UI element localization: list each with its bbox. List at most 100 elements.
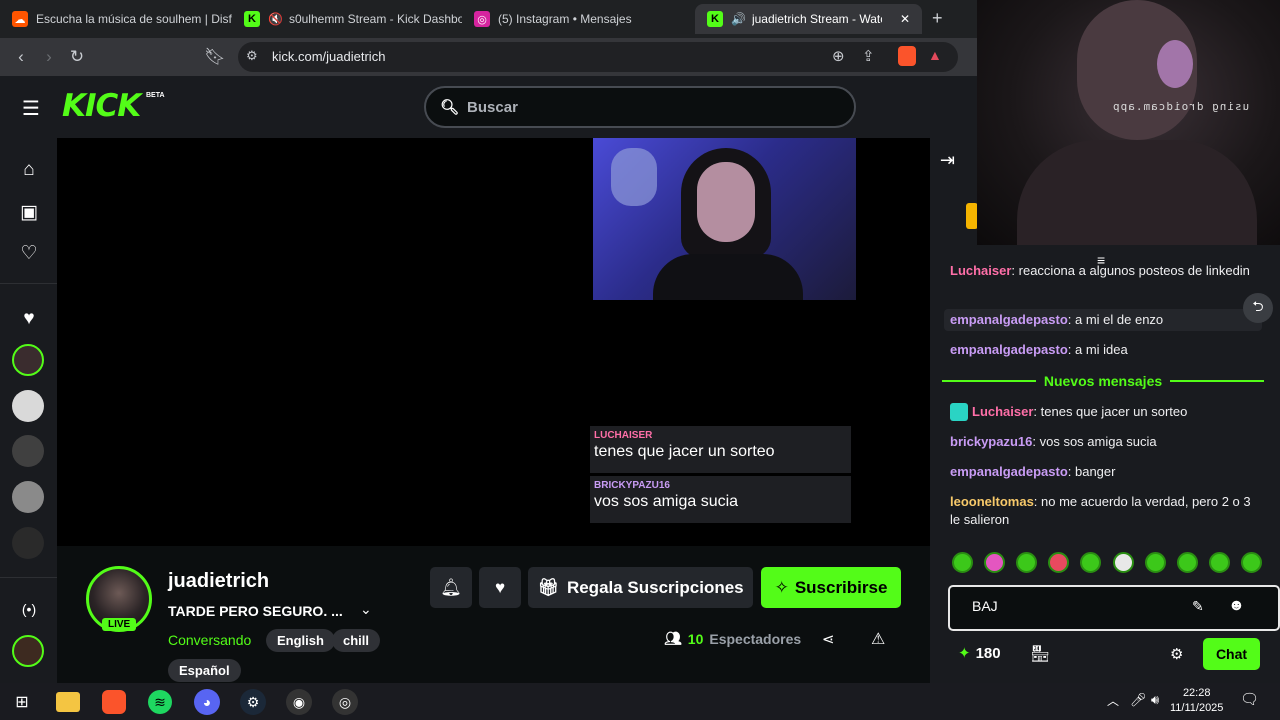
emote-icon[interactable] <box>1016 552 1038 573</box>
overlay-chat-message: BRICKYPAZU16 vos sos amiga sucia <box>590 476 851 523</box>
brave-rewards-icon[interactable]: ▲ <box>928 47 942 63</box>
home-icon[interactable]: ⌂ <box>12 153 46 187</box>
chat-username[interactable]: empanalgadepasto <box>950 464 1068 479</box>
speaker-icon: 🔊 <box>731 12 746 26</box>
file-explorer-icon[interactable] <box>56 692 80 712</box>
tag-english[interactable]: English <box>266 629 335 652</box>
live-radio-icon[interactable]: (•) <box>12 592 46 626</box>
emote-icon[interactable] <box>1240 552 1262 573</box>
overlay-text: tenes que jacer un sorteo <box>594 443 775 460</box>
kick-emote-picker-icon[interactable]: ✎ <box>1192 598 1204 615</box>
streamer-face <box>697 162 755 242</box>
sidebar-channel-avatar[interactable] <box>12 635 44 667</box>
chat-username[interactable]: empanalgadepasto <box>950 342 1068 357</box>
tab-title: s0ulhemm Stream - Kick Dashbo <box>288 12 462 26</box>
brave-icon[interactable] <box>102 690 126 714</box>
forward-icon[interactable]: › <box>36 44 62 70</box>
scroll-to-latest-icon[interactable]: ⮌ <box>1243 293 1273 323</box>
microphone-icon[interactable]: 🎤︎ <box>1130 692 1147 708</box>
emote-icon[interactable] <box>984 552 1006 573</box>
sidebar-channel-avatar[interactable] <box>12 390 44 422</box>
brave-shields-icon[interactable] <box>898 46 916 66</box>
channel-points[interactable]: ✦ 180 <box>958 644 1001 663</box>
tab-title: Escucha la música de soulhem | Disfr <box>36 12 232 26</box>
notifications-icon[interactable]: 🗨︎ <box>1240 690 1259 708</box>
tab-instagram[interactable]: ◎ (5) Instagram • Mensajes <box>462 4 692 34</box>
viewers-number: 10 <box>687 630 704 647</box>
points-icon: ✦ <box>958 645 971 662</box>
heart-icon: ♥ <box>494 577 506 597</box>
sidebar-channel-avatar[interactable] <box>12 481 44 513</box>
kick-logo[interactable]: KICK <box>62 88 141 124</box>
chat-message: brickypazu16: vos sos amiga sucia <box>950 433 1260 451</box>
zoom-icon[interactable]: ⊕ <box>832 47 845 65</box>
share-icon[interactable]: ⇪ <box>862 47 875 65</box>
chat-username[interactable]: Luchaiser <box>950 263 1011 278</box>
app-icon[interactable]: ◎ <box>332 689 358 715</box>
chevron-down-icon[interactable]: ⌄ <box>360 601 372 618</box>
windows-start-icon[interactable]: ⊞ <box>8 688 36 716</box>
collapse-chat-icon[interactable]: ⇥ <box>940 150 955 171</box>
webcam-overlay <box>977 0 1280 245</box>
new-tab-button[interactable]: + <box>932 8 943 29</box>
tab-kick-dashboard[interactable]: K 🔇 s0ulhemm Stream - Kick Dashbo <box>232 4 462 34</box>
tray-chevron-icon[interactable]: ︿ <box>1107 692 1119 709</box>
follow-button[interactable]: ♥ <box>479 567 521 608</box>
emote-icon[interactable] <box>1112 552 1134 573</box>
menu-icon[interactable]: ☰ <box>22 96 40 121</box>
stream-title: TARDE PERO SEGURO. ... <box>168 603 343 619</box>
send-chat-button[interactable]: Chat <box>1203 638 1260 670</box>
close-tab-icon[interactable]: ✕ <box>900 12 910 26</box>
points-value: 180 <box>975 644 1001 662</box>
bookmark-icon[interactable]: 🔖︎ <box>202 44 228 70</box>
droidcam-watermark: using droidcam.app <box>1112 100 1250 113</box>
emote-bar <box>952 552 1262 576</box>
emote-icon[interactable] <box>1048 552 1070 573</box>
share-icon[interactable]: ⋖ <box>822 630 835 648</box>
divider-line <box>942 380 1036 382</box>
subscribe-button[interactable]: ✧ Suscribirse <box>761 567 901 608</box>
browse-icon[interactable]: ▣ <box>12 195 46 229</box>
tab-soulhem[interactable]: ☁ Escucha la música de soulhem | Disfr <box>0 4 232 34</box>
reload-icon[interactable]: ↻ <box>64 44 90 70</box>
chat-username[interactable]: leooneltomas <box>950 494 1034 509</box>
tag-espanol[interactable]: Español <box>168 659 241 682</box>
emote-icon[interactable] <box>952 552 973 573</box>
chat-message: empanalgadepasto: banger <box>950 463 1260 481</box>
favorites-icon[interactable]: ♥ <box>12 302 46 336</box>
tag-chill[interactable]: chill <box>332 629 381 652</box>
report-icon[interactable]: ⚠ <box>871 629 885 649</box>
chat-username[interactable]: brickypazu16 <box>950 434 1032 449</box>
emoji-icon[interactable]: ☻ <box>1228 597 1245 615</box>
volume-icon[interactable]: 🔊︎ <box>1151 692 1159 708</box>
emote-icon[interactable] <box>1208 552 1230 573</box>
chat-settings-icon[interactable]: ⚙ <box>1170 645 1183 663</box>
url-bar[interactable]: ⚙ kick.com/juadietrich ⊕ ⇪ ▲ <box>238 42 958 72</box>
chat-message: empanalgadepasto: a mi idea <box>950 341 1250 359</box>
sidebar-channel-avatar[interactable] <box>12 527 44 559</box>
steam-icon[interactable]: ⚙ <box>240 689 266 715</box>
obs-icon[interactable]: ◉ <box>286 689 312 715</box>
emote-icon[interactable] <box>1080 552 1102 573</box>
spotify-icon[interactable]: ≋ <box>148 690 172 714</box>
chat-username[interactable]: empanalgadepasto <box>950 312 1068 327</box>
channel-name[interactable]: juadietrich <box>168 570 269 593</box>
search-input[interactable]: 🔍︎ Buscar <box>424 86 856 128</box>
store-icon[interactable]: 🏪︎ <box>1030 644 1050 664</box>
emote-icon[interactable] <box>1176 552 1198 573</box>
streamer-body <box>653 254 803 300</box>
stream-category[interactable]: Conversando <box>168 632 251 648</box>
taskbar-clock[interactable]: 22:28 11/11/2025 <box>1170 686 1223 716</box>
site-settings-icon[interactable]: ⚙ <box>246 48 258 64</box>
sidebar-channel-avatar[interactable] <box>12 435 44 467</box>
following-icon[interactable]: ♡ <box>12 236 46 270</box>
sidebar-channel-avatar[interactable] <box>12 344 44 376</box>
tab-juadietrich[interactable]: K 🔊 juadietrich Stream - Watch Li ✕ <box>695 4 922 34</box>
back-icon[interactable]: ‹ <box>8 44 34 70</box>
gift-subscriptions-button[interactable]: 🎁︎ Regala Suscripciones <box>528 567 753 608</box>
notification-bell-button[interactable]: 🔔︎ <box>430 567 472 608</box>
discord-icon[interactable]: ◕ <box>194 689 220 715</box>
chat-input[interactable]: BAJ ✎ ☻ <box>948 585 1280 631</box>
emote-icon[interactable] <box>1144 552 1166 573</box>
chat-username[interactable]: Luchaiser <box>972 404 1033 419</box>
